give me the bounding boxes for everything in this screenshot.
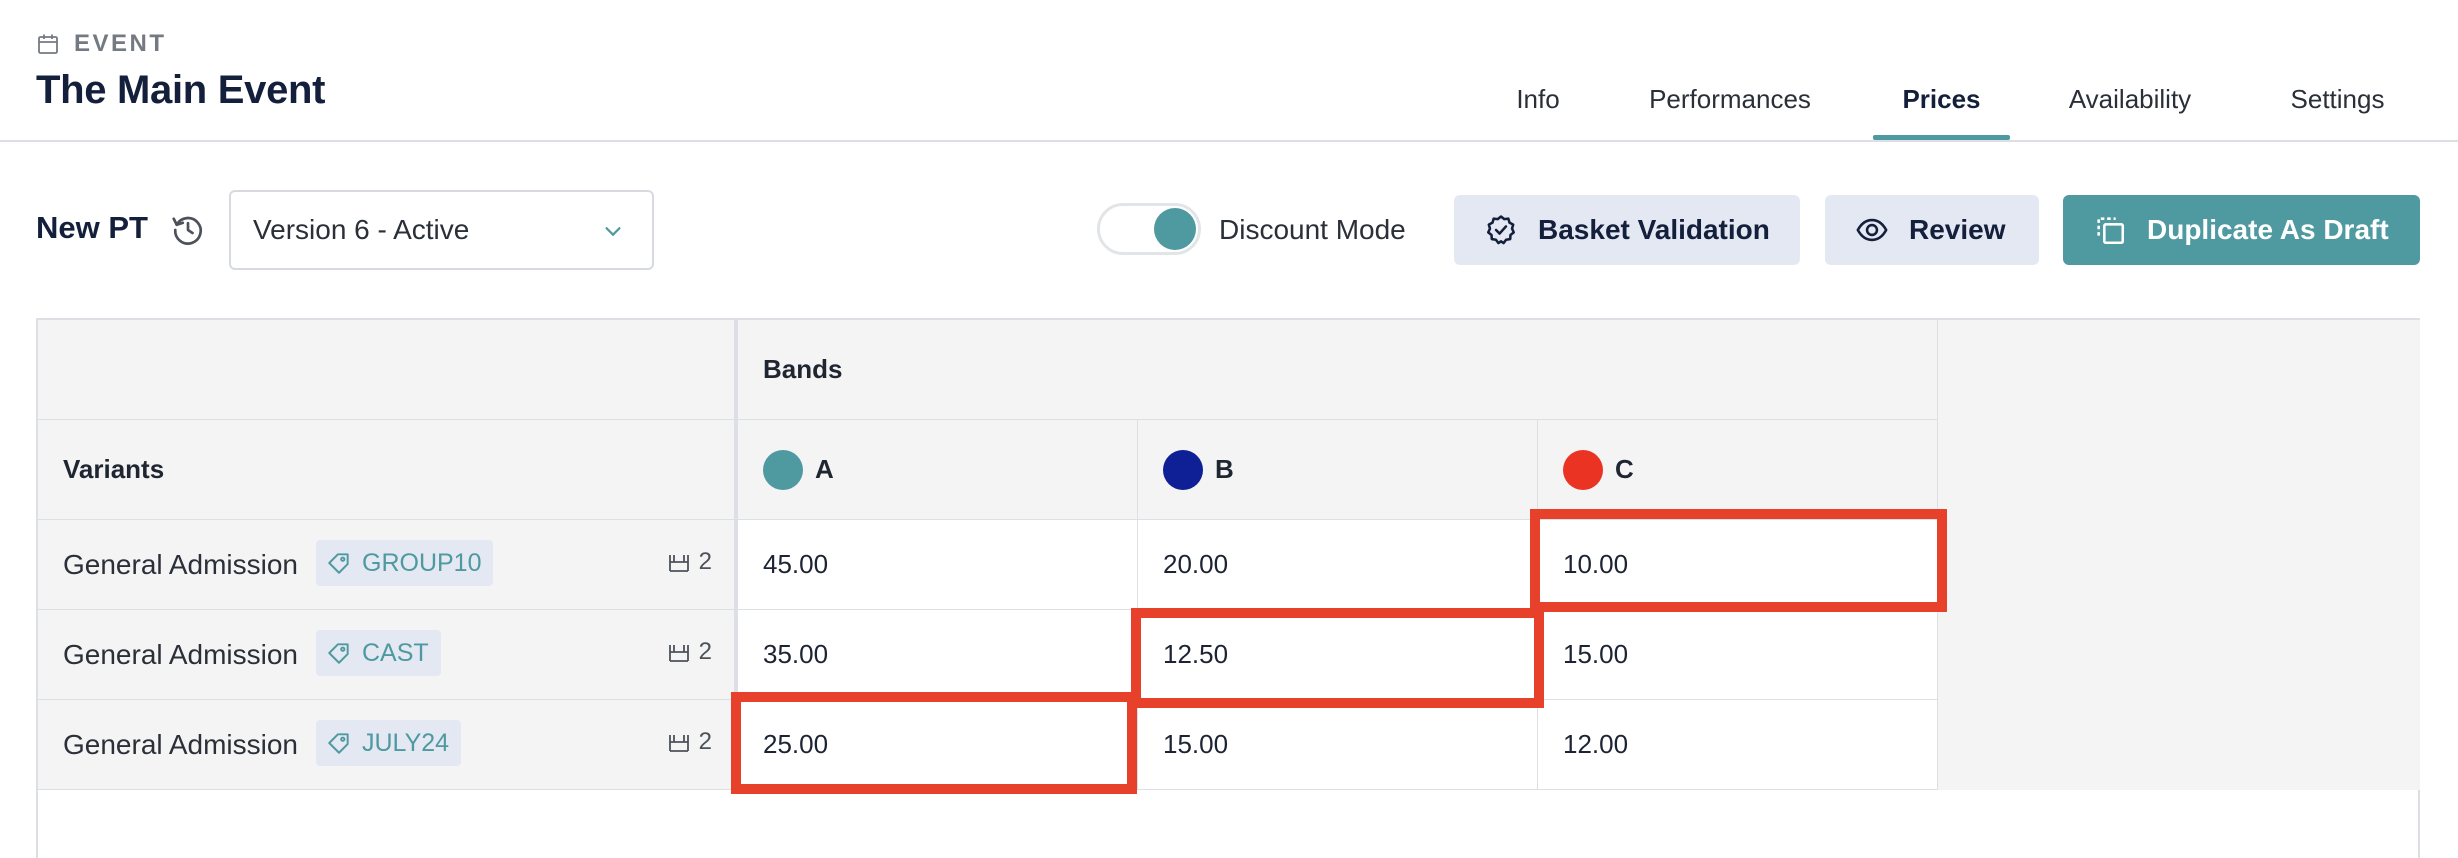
band-name: A <box>815 454 834 484</box>
seat-icon <box>668 645 689 662</box>
seat-icon <box>668 555 689 572</box>
seat-count-value: 2 <box>698 728 712 755</box>
promo-code-label: GROUP10 <box>362 548 482 577</box>
band-name: C <box>1615 454 1634 484</box>
tag-icon <box>328 733 349 754</box>
promo-code-tag[interactable]: CAST <box>316 630 441 676</box>
tab-label: Settings <box>2290 84 2385 114</box>
seat-icon <box>668 735 689 752</box>
chevron-down-icon <box>605 227 621 237</box>
promo-code-tag[interactable]: JULY24 <box>316 720 462 766</box>
calendar-icon <box>38 34 58 54</box>
tab-performances[interactable]: Performances <box>1640 60 1820 140</box>
price-cell[interactable]: 12.00 <box>1538 700 1938 790</box>
price-cell[interactable]: 25.00 <box>738 700 1138 790</box>
section-label-text: EVENT <box>74 30 167 57</box>
discount-mode-label: Discount Mode <box>1219 214 1406 245</box>
header-divider <box>0 140 2458 142</box>
tab-settings[interactable]: Settings <box>2275 60 2400 140</box>
price-table: Bands Variants A B C General Admission G… <box>36 318 2420 858</box>
promo-code-label: JULY24 <box>362 728 450 757</box>
tag-icon <box>328 553 349 574</box>
tab-prices[interactable]: Prices <box>1873 60 2010 140</box>
price-table-name: New PT <box>36 210 148 245</box>
seat-count: 2 <box>667 728 712 756</box>
duplicate-label: Duplicate As Draft <box>2147 214 2389 245</box>
basket-validation-label: Basket Validation <box>1538 214 1770 245</box>
page-title: The Main Event <box>36 68 326 112</box>
duplicate-icon <box>2097 217 2125 245</box>
bands-header: Bands <box>738 320 1938 420</box>
table-row: General Admission JULY24 2 <box>38 700 738 790</box>
tab-label: Prices <box>1902 84 1981 114</box>
tab-label: Info <box>1516 84 1560 114</box>
tag-icon <box>328 643 349 664</box>
basket-validation-button[interactable]: Basket Validation <box>1454 195 1800 265</box>
price-cell[interactable]: 15.00 <box>1138 700 1538 790</box>
history-icon[interactable] <box>170 212 206 248</box>
price-cell[interactable]: 45.00 <box>738 520 1138 610</box>
price-cell[interactable]: 35.00 <box>738 610 1138 700</box>
band-header-b: B <box>1138 420 1538 520</box>
table-corner <box>38 320 738 420</box>
seat-count-value: 2 <box>698 548 712 575</box>
tab-label: Availability <box>2068 84 2192 114</box>
review-button[interactable]: Review <box>1825 195 2039 265</box>
band-color-dot <box>1163 449 1203 490</box>
tab-label: Performances <box>1649 84 1811 114</box>
duplicate-as-draft-button[interactable]: Duplicate As Draft <box>2063 195 2420 265</box>
table-filler <box>1938 320 2420 790</box>
price-cell[interactable]: 10.00 <box>1538 520 1938 610</box>
band-header-a: A <box>738 420 1138 520</box>
price-cell[interactable]: 15.00 <box>1538 610 1938 700</box>
review-label: Review <box>1909 214 2006 245</box>
section-label: EVENT <box>36 28 167 60</box>
version-select-value: Version 6 - Active <box>253 214 470 245</box>
price-cell[interactable]: 20.00 <box>1138 520 1538 610</box>
band-header-c: C <box>1538 420 1938 520</box>
table-row: General Admission GROUP10 2 <box>38 520 738 610</box>
variants-header: Variants <box>38 420 738 520</box>
tab-availability[interactable]: Availability <box>2055 60 2205 140</box>
discount-mode-toggle[interactable] <box>1097 203 1201 255</box>
seat-count: 2 <box>667 638 712 666</box>
band-color-dot <box>1563 449 1603 490</box>
promo-code-tag[interactable]: GROUP10 <box>316 540 494 586</box>
variant-name: General Admission <box>63 548 299 580</box>
variant-name: General Admission <box>63 638 299 670</box>
table-row: General Admission CAST 2 <box>38 610 738 700</box>
eye-icon <box>1856 218 1888 242</box>
band-color-dot <box>763 449 803 490</box>
variant-name: General Admission <box>63 728 299 760</box>
tab-info[interactable]: Info <box>1498 60 1578 140</box>
seat-count-value: 2 <box>698 638 712 665</box>
band-name: B <box>1215 454 1234 484</box>
toggle-knob <box>1154 208 1196 250</box>
badge-check-icon <box>1486 215 1516 245</box>
seat-count: 2 <box>667 548 712 576</box>
version-select[interactable]: Version 6 - Active <box>229 190 654 270</box>
price-cell[interactable]: 12.50 <box>1138 610 1538 700</box>
promo-code-label: CAST <box>362 638 429 667</box>
